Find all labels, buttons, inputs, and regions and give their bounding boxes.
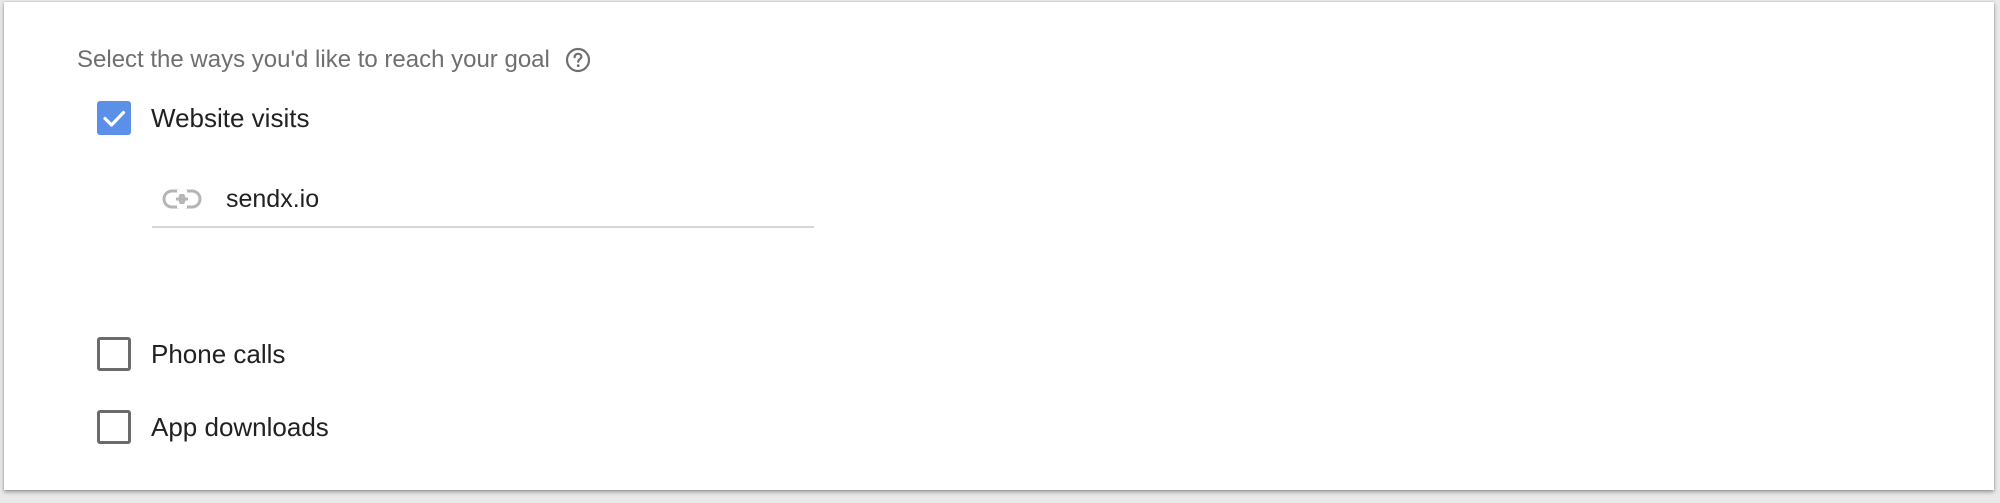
section-heading: Select the ways you'd like to reach your… — [77, 46, 591, 74]
website-visits-checkbox[interactable] — [97, 101, 131, 135]
option-app-downloads[interactable]: App downloads — [97, 409, 329, 445]
phone-calls-checkbox[interactable] — [97, 337, 131, 371]
app-downloads-label: App downloads — [151, 411, 329, 442]
option-website-visits[interactable]: Website visits — [97, 100, 309, 136]
phone-calls-label: Phone calls — [151, 338, 286, 369]
checkmark-icon — [103, 110, 126, 127]
website-url-field[interactable] — [152, 172, 814, 228]
help-circle-icon[interactable] — [565, 47, 591, 73]
section-heading-text: Select the ways you'd like to reach your… — [77, 46, 550, 73]
link-icon — [162, 187, 202, 211]
website-visits-label: Website visits — [151, 102, 310, 133]
website-url-input[interactable] — [226, 184, 786, 214]
option-phone-calls[interactable]: Phone calls — [97, 336, 285, 372]
app-downloads-checkbox[interactable] — [97, 410, 131, 444]
goal-reach-card: Select the ways you'd like to reach your… — [4, 2, 1994, 490]
